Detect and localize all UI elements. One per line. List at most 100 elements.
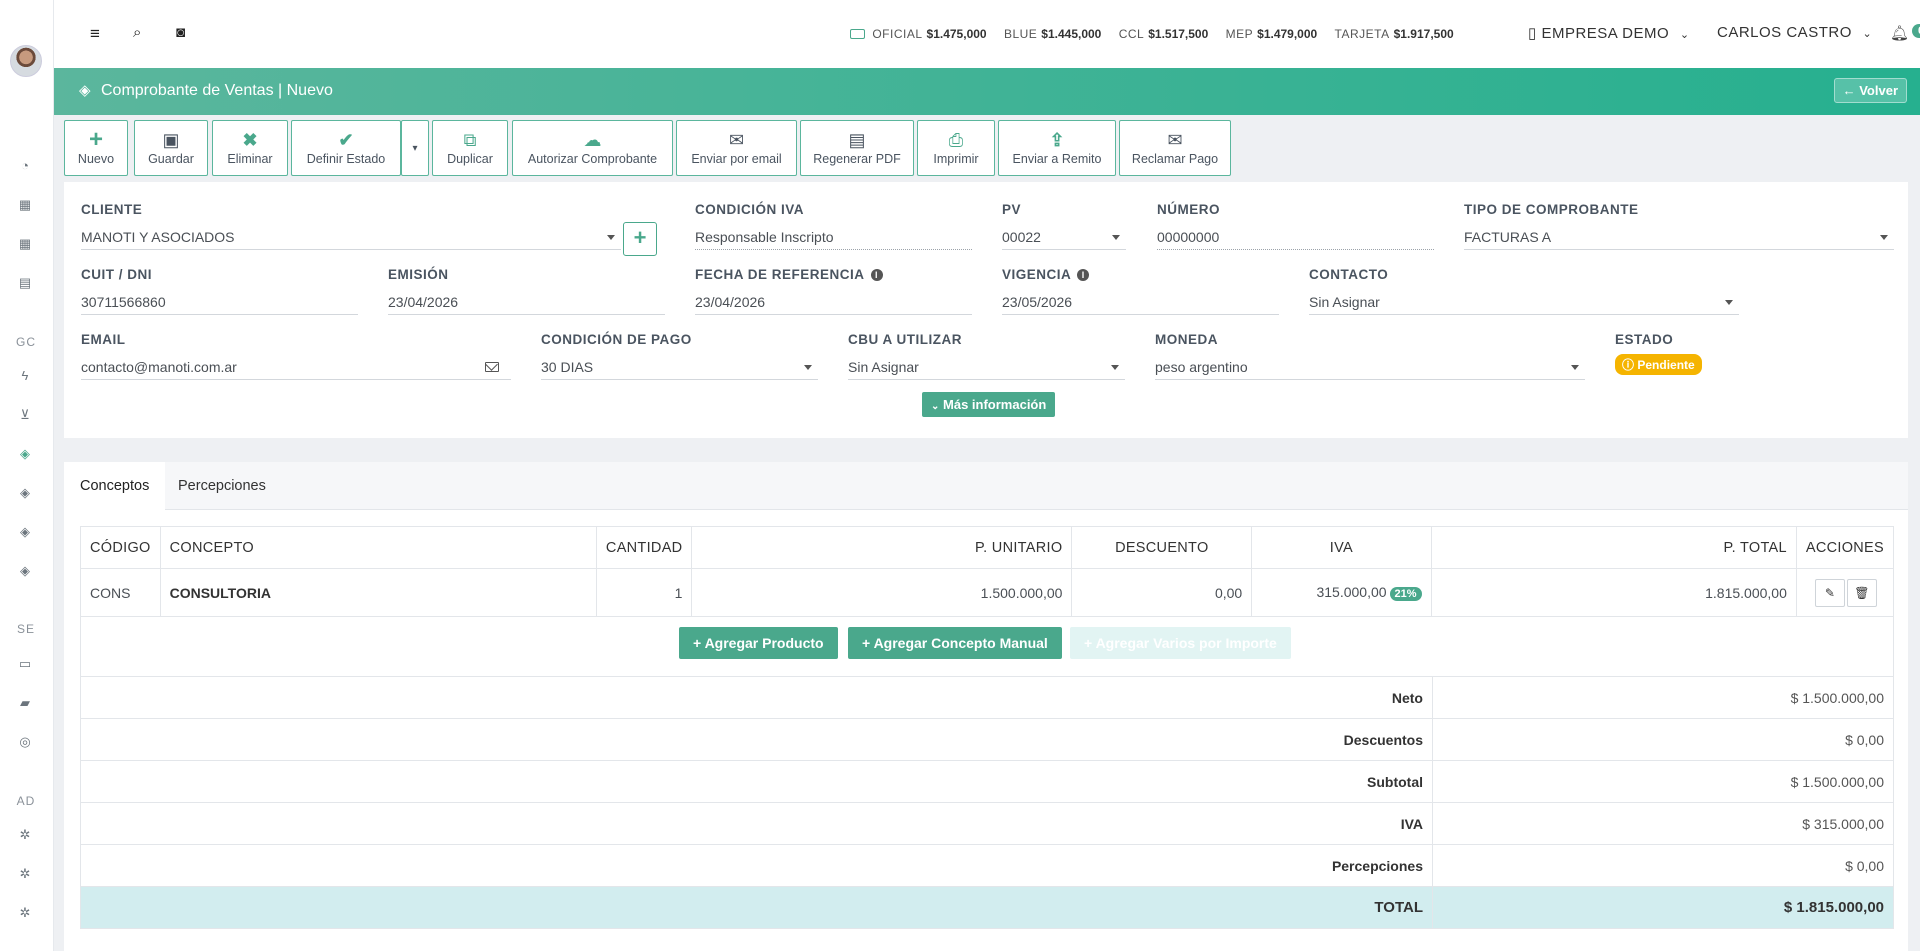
more-info-button[interactable]: ⌄ Más información (922, 392, 1056, 417)
add-product-label: Agregar Producto (704, 635, 824, 651)
page-title: Comprobante de Ventas | Nuevo (101, 82, 333, 99)
save-button[interactable]: ▣ Guardar (134, 120, 208, 176)
condicion-iva-field: Responsable Inscripto (695, 226, 972, 250)
emision-input[interactable]: 23/04/2026 (388, 291, 665, 315)
menu-icon[interactable]: ≡ (90, 24, 100, 44)
regenerate-pdf-button[interactable]: ▤ Regenerar PDF (800, 120, 914, 176)
contacto-select[interactable]: Sin Asignar (1309, 291, 1739, 315)
company-selector[interactable]: ▯ EMPRESA DEMO ⌄ (1528, 24, 1690, 42)
pencil-icon: ✎ (1824, 585, 1835, 600)
chevron-down-icon: ⌄ (1862, 28, 1873, 40)
add-manual-label: Agregar Concepto Manual (873, 635, 1048, 651)
iva-amount: 315.000,00 (1316, 584, 1387, 600)
moneda-select[interactable]: peso argentino (1155, 356, 1585, 380)
layers-icon[interactable]: ◈ (14, 445, 36, 463)
tab-conceptos[interactable]: Conceptos (64, 462, 166, 510)
gear-icon[interactable]: ✲ (14, 904, 36, 922)
send-email-button[interactable]: ✉ Enviar por email (676, 120, 797, 176)
numero-label: NÚMERO (1157, 202, 1220, 217)
condicion-pago-select[interactable]: 30 DIAS (541, 356, 818, 380)
user-menu[interactable]: CARLOS CASTRO ⌄ (1717, 24, 1872, 41)
cbu-select[interactable]: Sin Asignar (848, 356, 1125, 380)
bolt-icon[interactable]: ϟ (14, 367, 36, 385)
book-icon[interactable]: ▰ (14, 694, 36, 712)
authorize-button[interactable]: ☁ Autorizar Comprobante (512, 120, 673, 176)
grid-icon[interactable]: ▦ (14, 235, 36, 253)
edit-button[interactable]: ✎ (1814, 578, 1845, 607)
delete-button[interactable]: ✖ Eliminar (212, 120, 288, 176)
table-row[interactable]: CONS CONSULTORIA 1 1.500.000,00 0,00 315… (80, 568, 1895, 617)
tipo-select[interactable]: FACTURAS A (1464, 226, 1894, 250)
layers-icon[interactable]: ◈ (14, 562, 36, 580)
info-icon[interactable]: i (870, 269, 883, 281)
plus-icon: + (862, 635, 871, 651)
moneda-label: MONEDA (1155, 332, 1218, 347)
rate-label: OFICIAL (872, 27, 923, 41)
layers-icon: ◈ (79, 82, 91, 99)
send-to-remito-button[interactable]: ⇪ Enviar a Remito (998, 120, 1116, 176)
cuit-input[interactable]: 30711566860 (81, 291, 358, 315)
dashboard-icon[interactable]: ◔ (14, 157, 36, 175)
vigencia-label: VIGENCIA i (1002, 267, 1090, 282)
search-icon[interactable]: ⌕ (133, 24, 141, 41)
add-client-button[interactable]: + (623, 222, 657, 256)
button-label: Definir Estado (306, 152, 386, 166)
fecha-ref-input[interactable]: 23/04/2026 (695, 291, 972, 315)
envelope-icon: ✉ (1167, 130, 1183, 150)
duplicate-button[interactable]: ⧉ Duplicar (432, 120, 508, 176)
layers-icon[interactable]: ◈ (14, 523, 36, 541)
grand-total-row: TOTAL $ 1.815.000,00 (80, 886, 1894, 929)
cell-unitario: 1.500.000,00 (691, 568, 1073, 617)
layers-icon[interactable]: ◈ (14, 484, 36, 502)
cell-cantidad: 1 (595, 568, 693, 617)
totals-label: IVA (80, 802, 1433, 845)
cell-descuento: 0,00 (1071, 568, 1253, 617)
email-input[interactable]: contacto@manoti.com.ar (81, 356, 511, 380)
column-header: IVA (1251, 526, 1432, 569)
column-header: ACCIONES (1795, 526, 1895, 569)
cliente-select[interactable]: MANOTI Y ASOCIADOS (81, 226, 621, 250)
gear-icon[interactable]: ✲ (14, 826, 36, 844)
totals-row: Neto $ 1.500.000,00 (80, 676, 1894, 719)
cloud-icon: ☁ (583, 130, 602, 150)
grid-icon[interactable]: ▦ (14, 196, 36, 214)
arrow-left-icon: ← (1842, 83, 1856, 98)
cell-concepto: CONSULTORIA (159, 568, 597, 617)
pv-select[interactable]: 00022 (1002, 226, 1126, 250)
gear-icon[interactable]: ✲ (14, 865, 36, 883)
add-manual-concept-button[interactable]: + Agregar Concepto Manual (848, 627, 1062, 659)
calendar-icon[interactable]: ▤ (14, 274, 36, 292)
cart-icon[interactable]: ⊻ (14, 406, 36, 424)
camera-icon[interactable]: ◙ (176, 24, 185, 41)
totals-label: Subtotal (80, 760, 1433, 803)
totals-value: $ 1.500.000,00 (1432, 676, 1894, 719)
lifebuoy-icon[interactable]: ◎ (14, 733, 36, 751)
user-avatar[interactable] (10, 45, 42, 77)
envelope-icon (485, 362, 499, 372)
button-label: Enviar por email (691, 152, 782, 166)
add-product-button[interactable]: + Agregar Producto (679, 627, 838, 659)
add-multiple-button[interactable]: + Agregar Varios por Importe (1070, 627, 1291, 659)
totals-row: Percepciones $ 0,00 (80, 844, 1894, 887)
exchange-rates: OFICIAL $1.475,000 BLUE $1.445,000 CCL $1.5… (850, 27, 1468, 41)
vigencia-input[interactable]: 23/05/2026 (1002, 291, 1279, 315)
envelope-icon: ✉ (728, 130, 745, 150)
plus-icon: + (693, 635, 702, 651)
tab-percepciones[interactable]: Percepciones (162, 462, 282, 510)
caret-down-icon (804, 365, 812, 370)
caret-down-icon: ▾ (412, 143, 418, 154)
new-button[interactable]: + Nuevo (64, 120, 128, 176)
plus-icon: + (633, 225, 647, 250)
info-icon[interactable]: i (1077, 269, 1090, 281)
back-button[interactable]: ← Volver (1833, 78, 1907, 103)
claim-payment-button[interactable]: ✉ Reclamar Pago (1119, 120, 1231, 176)
bell-icon[interactable]: 🔔︎ (1890, 24, 1909, 42)
set-status-button[interactable]: ✔ Definir Estado (291, 120, 401, 176)
condicion-iva-value: Responsable Inscripto (695, 229, 834, 245)
id-card-icon[interactable]: ▭ (14, 655, 36, 673)
set-status-dropdown[interactable]: ▾ (401, 120, 429, 176)
print-button[interactable]: ⎙ Imprimir (917, 120, 995, 176)
items-table: CÓDIGO CONCEPTO CANTIDAD P. UNITARIO DES… (80, 526, 1895, 617)
delete-row-button[interactable]: 🗑︎ (1846, 578, 1877, 607)
condicion-iva-label: CONDICIÓN IVA (695, 202, 805, 217)
